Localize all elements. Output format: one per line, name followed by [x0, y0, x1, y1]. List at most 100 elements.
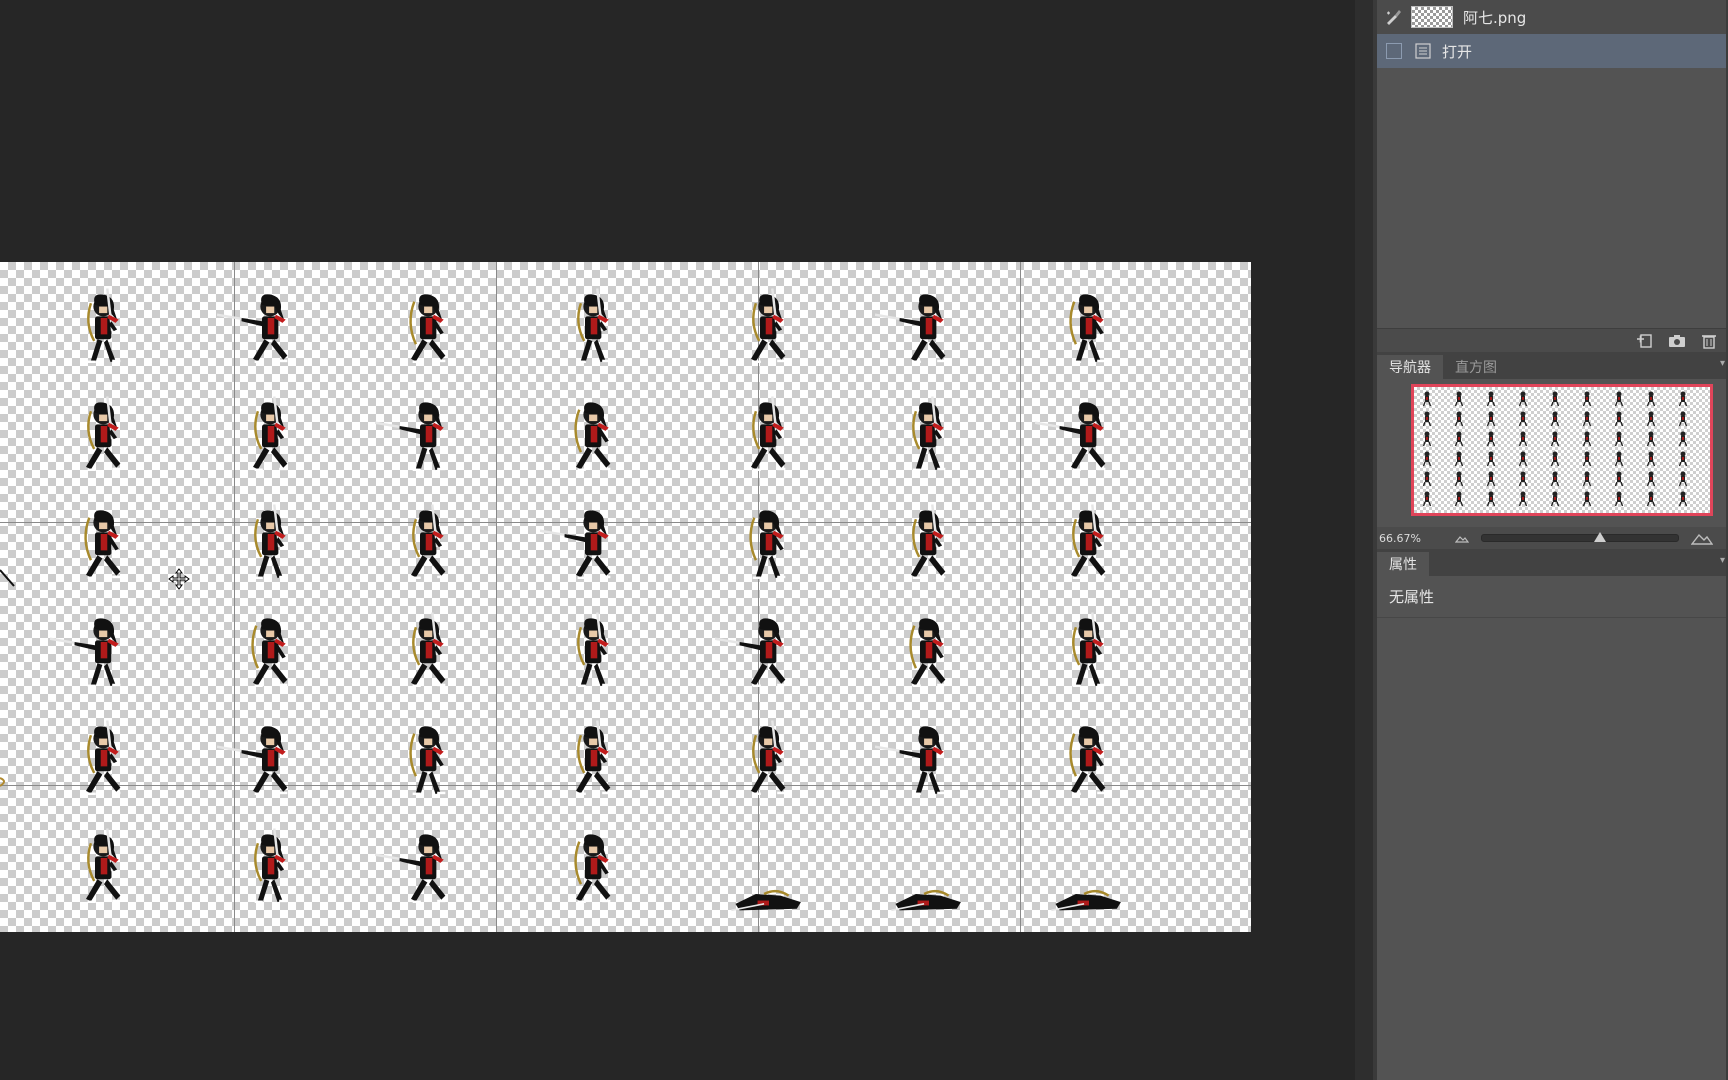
navigator-mini-sprite: [1422, 451, 1432, 467]
camera-icon[interactable]: [1668, 333, 1686, 349]
navigator-mini-sprite: [1550, 391, 1560, 407]
tab-properties[interactable]: 属性: [1377, 552, 1429, 576]
zoom-slider-knob[interactable]: [1593, 532, 1606, 542]
navigator-mini-sprite: [1550, 431, 1560, 447]
navigator-mini-sprite: [1678, 411, 1688, 427]
navigator-mini-sprite: [1518, 491, 1528, 507]
navigator-mini-sprite: [1422, 431, 1432, 447]
sprite-frame: [50, 272, 140, 382]
mountain-small-icon[interactable]: [1455, 532, 1469, 544]
navigator-mini-sprite: [1646, 411, 1656, 427]
tab-navigator[interactable]: 导航器: [1377, 355, 1443, 379]
navigator-mini-sprite: [1646, 471, 1656, 487]
document-canvas[interactable]: [0, 262, 1251, 932]
history-source-checkbox[interactable]: [1386, 43, 1402, 59]
right-panel-dock: 阿七.png 打开 导航器 直方图 ▾ 66.67% 属性 ▾ 无属性: [1377, 0, 1728, 1080]
sprite-frame: [540, 272, 630, 382]
navigator-zoom-bar: 66.67%: [1377, 527, 1728, 549]
sprite-frame: [50, 596, 140, 706]
snapshot-thumbnail[interactable]: [1411, 6, 1453, 28]
trash-icon[interactable]: [1700, 333, 1718, 349]
navigator-mini-sprite: [1454, 411, 1464, 427]
navigator-mini-sprite: [1486, 491, 1496, 507]
sprite-frame: [715, 272, 805, 382]
navigator-panel: [1377, 379, 1728, 527]
sprite-frame: [375, 704, 465, 814]
navigator-tab-bar: 导航器 直方图 ▾: [1377, 352, 1728, 379]
sprite-frame: [217, 380, 307, 490]
mountain-large-icon[interactable]: [1691, 531, 1713, 545]
sprite-frame: [217, 812, 307, 922]
navigator-mini-sprite: [1646, 391, 1656, 407]
canvas-workspace[interactable]: [0, 0, 1355, 1080]
navigator-mini-sprite: [1678, 391, 1688, 407]
sprite-frame: [1035, 596, 1125, 706]
history-footer: [1377, 328, 1728, 352]
history-panel: 阿七.png 打开: [1377, 0, 1728, 328]
sprite-frame: [540, 380, 630, 490]
navigator-mini-sprite: [1614, 411, 1624, 427]
cropped-sprite-fragment: [0, 569, 15, 587]
move-cursor-icon: [168, 568, 190, 590]
navigator-mini-sprite: [1454, 451, 1464, 467]
navigator-preview[interactable]: [1411, 384, 1713, 516]
panel-menu-icon[interactable]: ▾: [1720, 555, 1725, 566]
history-step-label: 打开: [1442, 42, 1473, 61]
sprite-frame: [875, 812, 965, 922]
zoom-value[interactable]: 66.67%: [1379, 532, 1439, 545]
sprite-frame: [540, 596, 630, 706]
navigator-mini-sprite: [1550, 451, 1560, 467]
navigator-mini-sprite: [1582, 431, 1592, 447]
navigator-mini-sprite: [1614, 391, 1624, 407]
navigator-mini-sprite: [1486, 431, 1496, 447]
sprite-frame: [375, 596, 465, 706]
guide-vertical: [1020, 262, 1021, 932]
history-step-row[interactable]: 打开: [1377, 34, 1728, 68]
tab-histogram[interactable]: 直方图: [1443, 355, 1509, 379]
navigator-mini-sprite: [1486, 451, 1496, 467]
cropped-sprite-fragment: [0, 777, 5, 787]
sprite-frame: [50, 488, 140, 598]
navigator-mini-sprite: [1454, 391, 1464, 407]
sprite-frame: [875, 488, 965, 598]
navigator-mini-sprite: [1518, 431, 1528, 447]
navigator-mini-sprite: [1518, 411, 1528, 427]
sprite-frame: [715, 704, 805, 814]
navigator-mini-sprite: [1614, 431, 1624, 447]
navigator-mini-sprite: [1422, 471, 1432, 487]
navigator-mini-sprite: [1582, 411, 1592, 427]
navigator-mini-sprite: [1614, 471, 1624, 487]
history-brush-icon[interactable]: [1385, 8, 1403, 26]
sprite-frame: [715, 488, 805, 598]
navigator-mini-sprite: [1422, 391, 1432, 407]
navigator-mini-sprite: [1486, 411, 1496, 427]
navigator-mini-sprite: [1646, 451, 1656, 467]
sprite-frame: [875, 704, 965, 814]
sprite-frame: [1035, 704, 1125, 814]
sprite-frame: [1035, 272, 1125, 382]
navigator-mini-sprite: [1518, 451, 1528, 467]
navigator-mini-sprite: [1518, 391, 1528, 407]
sprite-frame: [540, 704, 630, 814]
canvas-vertical-scrollbar[interactable]: [1355, 0, 1373, 1080]
navigator-mini-sprite: [1550, 471, 1560, 487]
sprite-frame: [50, 812, 140, 922]
history-snapshot-row[interactable]: 阿七.png: [1377, 0, 1728, 35]
navigator-mini-sprite: [1454, 471, 1464, 487]
sprite-frame: [217, 704, 307, 814]
navigator-mini-sprite: [1646, 491, 1656, 507]
navigator-mini-sprite: [1518, 471, 1528, 487]
new-document-icon[interactable]: [1636, 333, 1654, 349]
navigator-mini-sprite: [1678, 471, 1688, 487]
sprite-frame: [375, 488, 465, 598]
sprite-frame: [375, 380, 465, 490]
sprite-frame: [875, 272, 965, 382]
sprite-frame: [1035, 812, 1125, 922]
navigator-mini-sprite: [1614, 451, 1624, 467]
sprite-frame: [1035, 488, 1125, 598]
panel-menu-icon[interactable]: ▾: [1720, 358, 1725, 369]
navigator-mini-sprite: [1582, 391, 1592, 407]
navigator-mini-sprite: [1678, 431, 1688, 447]
navigator-mini-sprite: [1582, 491, 1592, 507]
zoom-slider[interactable]: [1481, 532, 1679, 542]
